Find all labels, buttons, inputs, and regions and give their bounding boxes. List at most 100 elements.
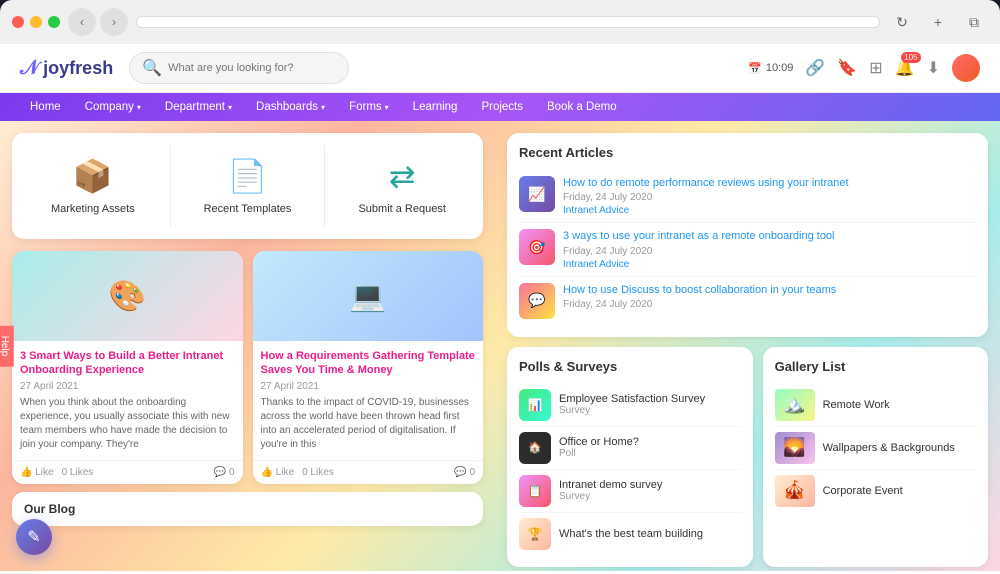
like-button-0[interactable]: 👍 Like — [20, 467, 54, 478]
nav-item-projects[interactable]: Projects — [471, 93, 533, 121]
search-input[interactable] — [168, 62, 336, 74]
article-item-1: 🎯 3 ways to use your intranet as a remot… — [519, 223, 976, 276]
chevron-down-icon: ▾ — [137, 103, 141, 112]
article-info-0: How to do remote performance reviews usi… — [563, 176, 976, 216]
poll-item-0: 📊 Employee Satisfaction Survey Survey — [519, 384, 741, 427]
article-title-2[interactable]: How to use Discuss to boost collaboratio… — [563, 283, 976, 297]
blog-image-0: 🎨 — [12, 251, 243, 341]
download-icon[interactable]: ⬇ — [927, 58, 940, 78]
gallery-name-0[interactable]: Remote Work — [823, 399, 890, 411]
quick-link-marketing-assets[interactable]: 📦 Marketing Assets — [24, 145, 162, 227]
gallery-thumb-0: 🏔️ — [775, 389, 815, 421]
polls-card: Polls & Surveys 📊 Employee Satisfaction … — [507, 347, 753, 567]
help-tab[interactable]: Help — [0, 326, 14, 367]
app-nav: Home Company ▾ Department ▾ Dashboards ▾… — [0, 93, 1000, 121]
gallery-thumb-2: 🎪 — [775, 475, 815, 507]
header-time: 📅 10:09 — [748, 62, 793, 75]
close-button[interactable] — [12, 16, 24, 28]
forward-button[interactable]: › — [100, 8, 128, 36]
poll-name-1[interactable]: Office or Home? — [559, 436, 741, 448]
poll-name-3[interactable]: What's the best team building — [559, 528, 741, 540]
refresh-button[interactable]: ↻ — [888, 8, 916, 36]
gallery-item-0: 🏔️ Remote Work — [775, 384, 976, 427]
search-icon: 🔍 — [142, 58, 162, 78]
article-date-0: Friday, 24 July 2020 — [563, 192, 976, 203]
article-thumb-2: 💬 — [519, 283, 555, 319]
poll-item-2: 📋 Intranet demo survey Survey — [519, 470, 741, 513]
like-button-1[interactable]: 👍 Like — [261, 467, 295, 478]
our-blog: Our Blog — [12, 492, 483, 526]
article-title-0[interactable]: How to do remote performance reviews usi… — [563, 176, 976, 190]
chevron-down-icon: ▾ — [321, 103, 325, 112]
logo-text: joyfresh — [43, 58, 113, 79]
polls-gallery-row: Polls & Surveys 📊 Employee Satisfaction … — [507, 347, 988, 567]
poll-type-0: Survey — [559, 405, 741, 416]
maximize-button[interactable] — [48, 16, 60, 28]
blog-title-0[interactable]: 3 Smart Ways to Build a Better Intranet … — [20, 349, 235, 378]
gallery-title: Gallery List — [775, 359, 976, 374]
nav-item-forms[interactable]: Forms ▾ — [339, 93, 399, 121]
gallery-item-2: 🎪 Corporate Event — [775, 470, 976, 512]
poll-name-0[interactable]: Employee Satisfaction Survey — [559, 393, 741, 405]
poll-thumb-2: 📋 — [519, 475, 551, 507]
article-title-1[interactable]: 3 ways to use your intranet as a remote … — [563, 229, 976, 243]
nav-label-department: Department — [165, 101, 225, 113]
our-blog-title: Our Blog — [24, 502, 471, 516]
grid-icon[interactable]: ⊞ — [869, 58, 882, 78]
nav-item-learning[interactable]: Learning — [403, 93, 468, 121]
poll-thumb-1: 🏠 — [519, 432, 551, 464]
poll-name-2[interactable]: Intranet demo survey — [559, 479, 741, 491]
gallery-name-1[interactable]: Wallpapers & Backgrounds — [823, 442, 955, 454]
fab-button[interactable]: ✎ — [16, 519, 52, 555]
nav-item-book-demo[interactable]: Book a Demo — [537, 93, 627, 121]
blog-date-0: 27 April 2021 — [20, 381, 235, 392]
translate-icon[interactable]: 🔗 — [805, 58, 825, 78]
blog-excerpt-0: When you think about the onboarding expe… — [20, 396, 235, 452]
submit-request-label: Submit a Request — [358, 203, 445, 215]
bookmark-icon[interactable]: 🔖 — [837, 58, 857, 78]
notification-icon[interactable]: 🔔 105 — [895, 58, 915, 78]
nav-label-forms: Forms — [349, 101, 382, 113]
gallery-name-2[interactable]: Corporate Event — [823, 485, 903, 497]
avatar[interactable] — [952, 54, 980, 82]
nav-label-home: Home — [30, 101, 61, 113]
quick-link-submit-request[interactable]: ⇄ Submit a Request — [333, 145, 471, 227]
polls-title: Polls & Surveys — [519, 359, 741, 374]
main-content: Help 📦 Marketing Assets 📄 Recent Templat… — [0, 121, 1000, 571]
quick-links: 📦 Marketing Assets 📄 Recent Templates ⇄ … — [12, 133, 483, 239]
comment-icon-1: 💬 0 — [454, 467, 475, 478]
poll-thumb-3: 🏆 — [519, 518, 551, 550]
article-info-1: 3 ways to use your intranet as a remote … — [563, 229, 976, 269]
blog-card-0: 🎨 3 Smart Ways to Build a Better Intrane… — [12, 251, 243, 484]
templates-icon: 📄 — [228, 157, 268, 195]
poll-type-2: Survey — [559, 491, 741, 502]
traffic-lights — [12, 16, 60, 28]
poll-info-3: What's the best team building — [559, 528, 741, 540]
article-item-0: 📈 How to do remote performance reviews u… — [519, 170, 976, 223]
comment-icon-0: 💬 0 — [214, 467, 235, 478]
request-icon: ⇄ — [389, 157, 416, 195]
back-button[interactable]: ‹ — [68, 8, 96, 36]
poll-item-3: 🏆 What's the best team building — [519, 513, 741, 555]
like-count-1: 0 Likes — [302, 467, 334, 478]
nav-item-dashboards[interactable]: Dashboards ▾ — [246, 93, 335, 121]
nav-item-department[interactable]: Department ▾ — [155, 93, 242, 121]
quick-link-recent-templates[interactable]: 📄 Recent Templates — [179, 145, 317, 227]
poll-info-0: Employee Satisfaction Survey Survey — [559, 393, 741, 416]
article-info-2: How to use Discuss to boost collaboratio… — [563, 283, 976, 319]
nav-item-company[interactable]: Company ▾ — [75, 93, 151, 121]
recent-articles-title: Recent Articles — [519, 145, 976, 160]
article-tag-0[interactable]: Intranet Advice — [563, 205, 976, 216]
article-tag-1[interactable]: Intranet Advice — [563, 259, 976, 270]
minimize-button[interactable] — [30, 16, 42, 28]
nav-label-projects: Projects — [481, 101, 523, 113]
nav-item-home[interactable]: Home — [20, 93, 71, 121]
window-button[interactable]: ⧉ — [960, 8, 988, 36]
address-bar[interactable] — [136, 16, 880, 28]
blog-title-1[interactable]: How a Requirements Gathering Template Sa… — [261, 349, 476, 378]
search-bar[interactable]: 🔍 — [129, 52, 349, 84]
article-thumb-0: 📈 — [519, 176, 555, 212]
new-tab-button[interactable]: + — [924, 8, 952, 36]
poll-type-1: Poll — [559, 448, 741, 459]
blog-excerpt-1: Thanks to the impact of COVID-19, busine… — [261, 396, 476, 452]
